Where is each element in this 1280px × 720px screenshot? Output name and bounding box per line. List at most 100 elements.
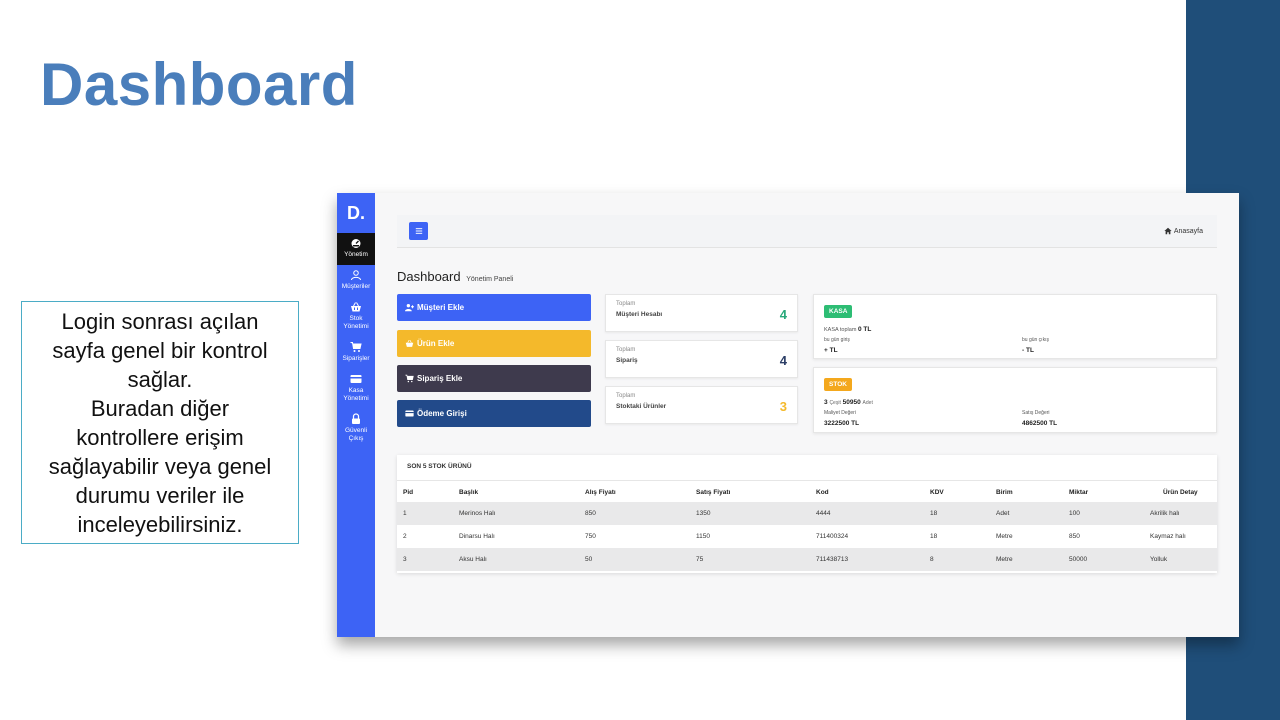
page-title: Dashboard Yönetim Paneli [397, 269, 513, 284]
table-cell: 750 [585, 533, 596, 540]
table-cell: 3 [403, 556, 407, 563]
kasa-total: KASA toplam 0 TL [824, 326, 871, 333]
stok-unit-label: Adet [862, 400, 873, 406]
table-cell: Adet [996, 510, 1010, 517]
kasa-out-label: bu gün çıkış [1022, 337, 1049, 343]
stok-sale-value: 4862500 TL [1022, 420, 1058, 427]
table-cell: 1 [403, 510, 407, 517]
stok-card: STOK 3 Çeşit 50950 Adet Maliyet Değeri 3… [813, 367, 1217, 433]
sidebar-item-label: Kasa Yönetimi [343, 387, 369, 402]
table-cell: 50000 [1069, 556, 1088, 563]
lock-icon [352, 413, 360, 424]
sidebar-item-siparisler[interactable]: Siparişler [337, 337, 375, 369]
main-content: Anasayfa Dashboard Yönetim Paneli Müşter… [375, 193, 1239, 637]
basket-icon [351, 302, 361, 312]
kasa-card: KASA KASA toplam 0 TL bu gün giriş + TL … [813, 294, 1217, 359]
app-logo[interactable]: D. [337, 193, 375, 233]
column-header[interactable]: Satış Fiyatı [696, 489, 730, 496]
stok-qty: 50950 [842, 399, 861, 406]
stok-cost-value: 3222500 TL [824, 420, 860, 427]
credit-card-icon [405, 410, 414, 417]
menu-toggle-button[interactable] [409, 222, 428, 240]
table-row[interactable]: 1 Merinos Halı 850 1350 4444 18 Adet 100… [397, 502, 1217, 525]
sidebar-item-label: Müşteriler [341, 283, 371, 290]
kasa-out-value: - TL [1022, 347, 1034, 354]
add-product-button[interactable]: Ürün Ekle [397, 330, 591, 357]
table-cell: Kaymaz halı [1150, 533, 1186, 540]
sidebar-item-musteriler[interactable]: Müşteriler [337, 265, 375, 297]
table-cell: 100 [1069, 510, 1080, 517]
stok-summary: 3 Çeşit 50950 Adet [824, 399, 873, 406]
column-header[interactable]: Alış Fiyatı [585, 489, 616, 496]
table-cell: Yolluk [1150, 556, 1168, 563]
stat-value: 3 [779, 399, 787, 414]
home-icon [1164, 227, 1172, 235]
stok-sale-label: Satış Değeri [1022, 410, 1050, 416]
kasa-badge: KASA [824, 305, 853, 318]
hamburger-icon [415, 228, 422, 234]
table-row[interactable]: 2 Dinarsu Halı 750 1150 711400324 18 Met… [397, 525, 1217, 548]
sidebar-item-stok[interactable]: Stok Yönetimi [337, 297, 375, 337]
table-cell: 18 [930, 533, 938, 540]
table-cell: 1150 [696, 533, 710, 540]
table-cell: Dinarsu Halı [459, 533, 495, 540]
stat-label: Müşteri Hesabı [616, 311, 663, 318]
column-header[interactable]: Ürün Detay [1163, 489, 1198, 496]
kasa-total-label: KASA toplam [824, 327, 857, 333]
table-cell: 50 [585, 556, 593, 563]
top-bar: Anasayfa [397, 215, 1217, 248]
table-cell: 4444 [816, 510, 831, 517]
breadcrumb[interactable]: Anasayfa [1164, 227, 1203, 235]
add-product-label: Ürün Ekle [417, 339, 455, 348]
column-header[interactable]: Pid [403, 489, 413, 496]
credit-card-icon [350, 375, 362, 383]
stok-count: 3 [824, 399, 828, 406]
column-header[interactable]: Başlık [459, 489, 478, 496]
sidebar-item-yonetim[interactable]: Yönetim [337, 233, 375, 265]
table-cell: Akrilik halı [1150, 510, 1180, 517]
user-icon [351, 270, 361, 281]
column-header[interactable]: Kod [816, 489, 829, 496]
description-box: Login sonrası açılan sayfa genel bir kon… [21, 301, 299, 544]
add-order-button[interactable]: Sipariş Ekle [397, 365, 591, 392]
stat-value: 4 [779, 353, 787, 368]
stat-card-customers: Toplam Müşteri Hesabı 4 [605, 294, 798, 332]
basket-icon [405, 339, 414, 347]
table-cell: 75 [696, 556, 704, 563]
table-cell: 711438713 [816, 556, 849, 563]
table-cell: 850 [1069, 533, 1080, 540]
sidebar-item-label: Yönetim [344, 251, 368, 258]
table-cell: 850 [585, 510, 596, 517]
table-row[interactable]: 3 Aksu Halı 50 75 711438713 8 Metre 5000… [397, 548, 1217, 571]
slide-title: Dashboard [40, 51, 358, 118]
app-screenshot: D. Yönetim Müşteriler Stok Yönetimi Sipa… [337, 193, 1239, 637]
stat-label: Sipariş [616, 357, 638, 364]
kasa-total-value: 0 TL [857, 326, 872, 333]
table-cell: Aksu Halı [459, 556, 487, 563]
table-cell: Metre [996, 556, 1013, 563]
table-title: SON 5 STOK ÜRÜNÜ [407, 463, 472, 470]
kasa-in-value: + TL [824, 347, 838, 354]
table-cell: 1350 [696, 510, 711, 517]
column-header[interactable]: KDV [930, 489, 944, 496]
slide: Dashboard Login sonrası açılan sayfa gen… [0, 0, 1280, 720]
kasa-in-label: bu gün giriş [824, 337, 850, 343]
user-plus-icon [405, 303, 414, 312]
sidebar-item-label: Güvenli Çıkış [344, 427, 368, 442]
stat-small-label: Toplam [616, 347, 636, 353]
column-header[interactable]: Birim [996, 489, 1013, 496]
table-cell: 2 [403, 533, 407, 540]
table-cell: Metre [996, 533, 1013, 540]
table-cell: 8 [930, 556, 934, 563]
payment-entry-button[interactable]: Ödeme Girişi [397, 400, 591, 427]
recent-stock-table: SON 5 STOK ÜRÜNÜ Pid Başlık Alış Fiyatı … [397, 455, 1217, 573]
breadcrumb-label: Anasayfa [1173, 227, 1203, 235]
page-title-text: Dashboard [397, 269, 461, 284]
stat-card-orders: Toplam Sipariş 4 [605, 340, 798, 378]
column-header[interactable]: Miktar [1069, 489, 1088, 496]
payment-entry-label: Ödeme Girişi [417, 409, 467, 418]
add-customer-button[interactable]: Müşteri Ekle [397, 294, 591, 321]
table-cell: Merinos Halı [459, 510, 496, 517]
sidebar-item-cikis[interactable]: Güvenli Çıkış [337, 409, 375, 449]
sidebar-item-kasa[interactable]: Kasa Yönetimi [337, 369, 375, 409]
